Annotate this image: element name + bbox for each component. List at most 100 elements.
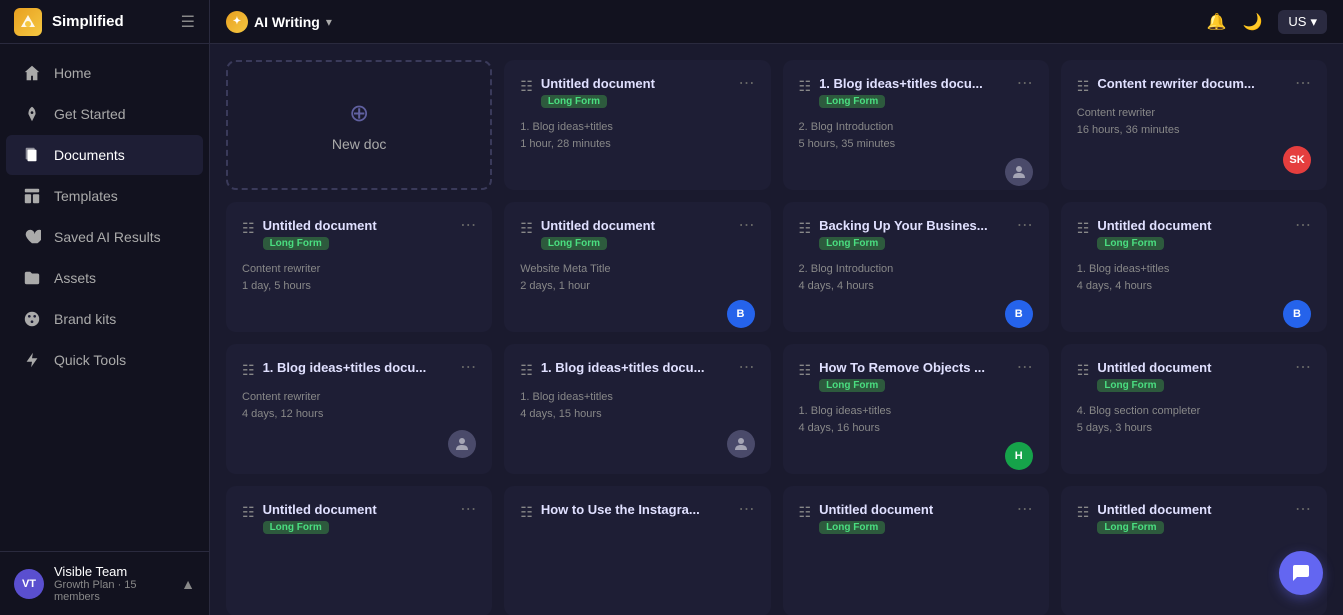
- card-more-button[interactable]: ⋯: [1017, 218, 1033, 234]
- card-meta: [242, 545, 476, 600]
- card-meta-1: 2. Blog Introduction: [799, 261, 1033, 278]
- doc-card[interactable]: ☷ Untitled document Long Form ⋯ 1. Blog …: [504, 60, 770, 190]
- card-title-area: Untitled document Long Form: [1097, 218, 1287, 251]
- card-badge: Long Form: [819, 521, 885, 534]
- notification-icon[interactable]: 🔔: [1207, 12, 1227, 32]
- template-icon: [22, 186, 42, 206]
- doc-card[interactable]: ☷ 1. Blog ideas+titles docu... Long Form…: [783, 60, 1049, 190]
- sidebar-item-home-label: Home: [54, 65, 91, 81]
- sidebar-footer: VT Visible Team Growth Plan · 15 members…: [0, 551, 209, 615]
- card-meta-1: 1. Blog ideas+titles: [520, 119, 754, 136]
- topbar-chevron-icon: ▾: [326, 15, 332, 29]
- sidebar-item-home[interactable]: Home: [6, 53, 203, 93]
- doc-card[interactable]: ☷ Untitled document Long Form ⋯ Content …: [226, 202, 492, 332]
- card-more-button[interactable]: ⋯: [739, 76, 755, 92]
- card-meta: 1. Blog ideas+titles 4 days, 16 hours: [799, 403, 1033, 436]
- card-meta: [520, 531, 754, 600]
- sidebar-item-quick-tools[interactable]: Quick Tools: [6, 340, 203, 380]
- card-title: Untitled document: [1097, 218, 1287, 233]
- doc-card[interactable]: ☷ Untitled document Long Form ⋯: [226, 486, 492, 615]
- theme-toggle-icon[interactable]: 🌙: [1242, 12, 1262, 32]
- card-meta-1: Content rewriter: [242, 261, 476, 278]
- card-meta: 1. Blog ideas+titles 4 days, 15 hours: [520, 389, 754, 424]
- sidebar-item-brand-kits[interactable]: Brand kits: [6, 299, 203, 339]
- sidebar-item-templates[interactable]: Templates: [6, 176, 203, 216]
- card-badge: Long Form: [541, 237, 607, 250]
- card-title-area: 1. Blog ideas+titles docu...: [541, 360, 731, 375]
- doc-icon: ☷: [1077, 220, 1090, 237]
- doc-card[interactable]: ☷ Untitled document Long Form ⋯ 4. Blog …: [1061, 344, 1327, 474]
- doc-icon: ☷: [520, 362, 533, 379]
- topbar: ✦ AI Writing ▾ 🔔 🌙 US ▾: [210, 0, 1343, 44]
- sidebar-item-assets[interactable]: Assets: [6, 258, 203, 298]
- footer-expand-icon[interactable]: ▲: [181, 576, 195, 592]
- folder-icon: [22, 268, 42, 288]
- card-meta: 2. Blog Introduction 5 hours, 35 minutes: [799, 119, 1033, 152]
- heart-icon: [22, 227, 42, 247]
- card-badge: Long Form: [1097, 521, 1163, 534]
- doc-card[interactable]: ☷ How To Remove Objects ... Long Form ⋯ …: [783, 344, 1049, 474]
- user-menu-button[interactable]: US ▾: [1278, 10, 1327, 34]
- card-meta-2: 16 hours, 36 minutes: [1077, 122, 1311, 139]
- card-more-button[interactable]: ⋯: [460, 502, 476, 518]
- card-title-area: Untitled document Long Form: [263, 502, 453, 535]
- doc-card[interactable]: ☷ Untitled document Long Form ⋯: [1061, 486, 1327, 615]
- card-meta: 2. Blog Introduction 4 days, 4 hours: [799, 261, 1033, 294]
- doc-card[interactable]: ☷ Untitled document Long Form ⋯: [783, 486, 1049, 615]
- card-meta-2: 2 days, 1 hour: [520, 278, 754, 295]
- user-label: US: [1288, 14, 1306, 29]
- card-more-button[interactable]: ⋯: [1017, 360, 1033, 376]
- card-title-area: How to Use the Instagra...: [541, 502, 731, 517]
- doc-card[interactable]: ☷ 1. Blog ideas+titles docu... ⋯ 1. Blog…: [504, 344, 770, 474]
- doc-card[interactable]: ☷ How to Use the Instagra... ⋯: [504, 486, 770, 615]
- doc-icon: ☷: [242, 220, 255, 237]
- card-avatar: B: [1005, 300, 1033, 328]
- card-meta: Content rewriter 1 day, 5 hours: [242, 261, 476, 316]
- card-meta-1: Website Meta Title: [520, 261, 754, 278]
- doc-card[interactable]: ☷ Untitled document Long Form ⋯ Website …: [504, 202, 770, 332]
- card-more-button[interactable]: ⋯: [1295, 502, 1311, 518]
- card-more-button[interactable]: ⋯: [739, 218, 755, 234]
- sidebar-item-documents[interactable]: Documents: [6, 135, 203, 175]
- card-more-button[interactable]: ⋯: [1017, 502, 1033, 518]
- chat-button[interactable]: [1279, 551, 1323, 595]
- team-name: Visible Team: [54, 564, 171, 579]
- app-logo-icon: [14, 8, 42, 36]
- card-badge: Long Form: [1097, 237, 1163, 250]
- card-title-area: How To Remove Objects ... Long Form: [819, 360, 1009, 393]
- sidebar-item-get-started[interactable]: Get Started: [6, 94, 203, 134]
- sidebar-collapse-icon[interactable]: ☰: [181, 12, 195, 32]
- card-title-area: Untitled document Long Form: [1097, 360, 1287, 393]
- card-meta: 1. Blog ideas+titles 1 hour, 28 minutes: [520, 119, 754, 174]
- sidebar-item-saved-ai-label: Saved AI Results: [54, 229, 161, 245]
- card-more-button[interactable]: ⋯: [1295, 218, 1311, 234]
- card-avatar: B: [1283, 300, 1311, 328]
- doc-card[interactable]: ☷ 1. Blog ideas+titles docu... ⋯ Content…: [226, 344, 492, 474]
- documents-grid: ⊕ New doc ☷ Untitled document Long Form …: [210, 44, 1343, 615]
- topbar-title: AI Writing: [254, 14, 320, 30]
- card-more-button[interactable]: ⋯: [1295, 76, 1311, 92]
- card-badge: Long Form: [819, 95, 885, 108]
- new-doc-button[interactable]: ⊕ New doc: [226, 60, 492, 190]
- doc-icon: ☷: [799, 78, 812, 95]
- card-more-button[interactable]: ⋯: [739, 360, 755, 376]
- doc-card[interactable]: ☷ Untitled document Long Form ⋯ 1. Blog …: [1061, 202, 1327, 332]
- ai-writing-selector[interactable]: ✦ AI Writing ▾: [226, 11, 332, 33]
- ai-writing-icon: ✦: [226, 11, 248, 33]
- card-title-area: Backing Up Your Busines... Long Form: [819, 218, 1009, 251]
- app-name: Simplified: [52, 13, 171, 30]
- card-meta: Content rewriter 4 days, 12 hours: [242, 389, 476, 424]
- card-more-button[interactable]: ⋯: [1017, 76, 1033, 92]
- sidebar-item-get-started-label: Get Started: [54, 106, 126, 122]
- card-more-button[interactable]: ⋯: [1295, 360, 1311, 376]
- card-more-button[interactable]: ⋯: [460, 218, 476, 234]
- card-more-button[interactable]: ⋯: [460, 360, 476, 376]
- doc-icon: ☷: [520, 78, 533, 95]
- card-title: Untitled document: [819, 502, 1009, 517]
- card-more-button[interactable]: ⋯: [739, 502, 755, 518]
- doc-card[interactable]: ☷ Backing Up Your Busines... Long Form ⋯…: [783, 202, 1049, 332]
- card-meta: Website Meta Title 2 days, 1 hour: [520, 261, 754, 294]
- doc-card[interactable]: ☷ Content rewriter docum... ⋯ Content re…: [1061, 60, 1327, 190]
- sidebar-item-saved-ai[interactable]: Saved AI Results: [6, 217, 203, 257]
- doc-icon: ☷: [520, 504, 533, 521]
